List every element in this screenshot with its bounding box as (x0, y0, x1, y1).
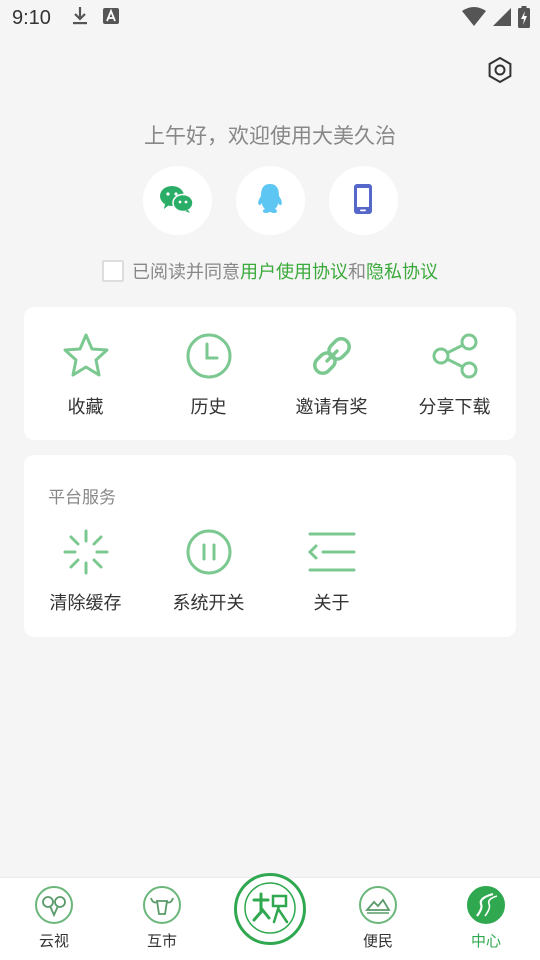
menu-collapse-icon (307, 527, 357, 577)
nav-center-logo-button[interactable] (234, 873, 306, 945)
history-button[interactable]: 历史 (147, 307, 270, 440)
nav-yunshi-label: 云视 (38, 932, 69, 950)
text-a-icon (102, 8, 119, 28)
agreement-checkbox[interactable] (102, 260, 124, 282)
yak-head-icon (143, 886, 181, 924)
nav-hushi-label: 互市 (146, 932, 177, 950)
wechat-icon (159, 184, 195, 218)
phone-login-button[interactable] (328, 166, 398, 235)
system-switch-button[interactable]: 系统开关 (147, 527, 270, 615)
nav-bianmin-label: 便民 (362, 932, 393, 950)
pause-icon (184, 527, 234, 577)
star-icon (61, 331, 111, 381)
about-label: 关于 (313, 593, 350, 614)
landscape-icon (359, 886, 397, 924)
platform-services-card: 平台服务 清除缓存 系统开关 关于 (24, 455, 516, 637)
share-button[interactable]: 分享下载 (393, 307, 516, 440)
clear-cache-button[interactable]: 清除缓存 (24, 527, 147, 615)
nav-zhongxin-label: 中心 (470, 932, 501, 950)
signal-icon (492, 7, 512, 31)
history-label: 历史 (190, 397, 227, 418)
favorites-label: 收藏 (67, 397, 104, 418)
settings-button[interactable] (484, 56, 516, 88)
clock-icon (184, 331, 234, 381)
user-agreement-link[interactable]: 用户使用协议 (240, 258, 348, 284)
invite-label: 邀请有奖 (295, 397, 368, 418)
nav-hushi[interactable]: 互市 (122, 886, 202, 951)
download-icon (71, 6, 89, 30)
greeting-text: 上午好，欢迎使用大美久治 (144, 124, 396, 148)
qq-icon (256, 183, 284, 219)
about-button[interactable]: 关于 (270, 527, 393, 615)
wechat-login-button[interactable] (142, 166, 212, 235)
agreement-conjunction: 和 (348, 262, 366, 283)
loading-icon (61, 527, 111, 577)
agreement-prefix: 已阅读并同意 (132, 262, 240, 283)
clear-cache-label: 清除缓存 (49, 593, 122, 614)
quick-actions-card: 收藏 历史 邀请有奖 分享下载 (24, 307, 516, 440)
settings-icon (486, 56, 514, 88)
share-icon (430, 331, 480, 381)
center-logo-icon (242, 880, 298, 939)
agreement-row: 已阅读并同意 用户使用协议 和 隐私协议 (0, 258, 540, 284)
privacy-agreement-link[interactable]: 隐私协议 (366, 258, 438, 284)
battery-icon (518, 6, 530, 32)
status-bar: 9:10 (0, 0, 540, 36)
nav-bianmin[interactable]: 便民 (338, 886, 418, 951)
favorites-button[interactable]: 收藏 (24, 307, 147, 440)
platform-services-title: 平台服务 (48, 488, 116, 508)
ram-head-icon (35, 886, 73, 924)
share-label: 分享下载 (418, 397, 491, 418)
qq-login-button[interactable] (235, 166, 305, 235)
nav-yunshi[interactable]: 云视 (14, 886, 94, 951)
status-time: 9:10 (12, 6, 51, 29)
bottom-nav: 云视 互市 便民 中心 (0, 873, 540, 960)
system-switch-label: 系统开关 (172, 593, 245, 614)
nav-zhongxin[interactable]: 中心 (446, 886, 526, 951)
link-icon (307, 331, 357, 381)
wifi-icon (462, 7, 486, 31)
road-icon (467, 886, 505, 924)
invite-button[interactable]: 邀请有奖 (270, 307, 393, 440)
login-options (0, 166, 540, 235)
phone-icon (353, 183, 373, 219)
